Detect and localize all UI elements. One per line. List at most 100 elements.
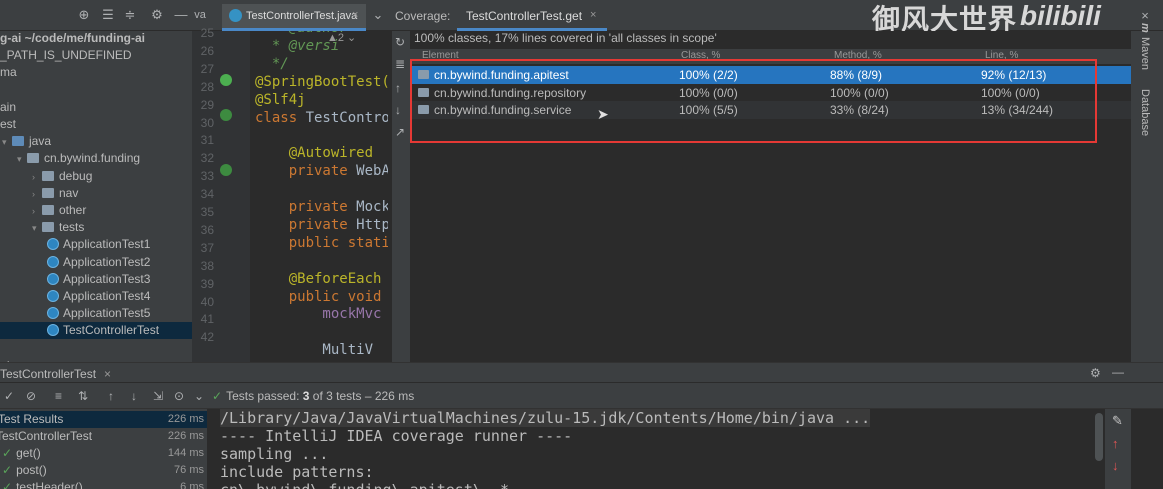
maven-tool[interactable]: Maven [1139,37,1151,70]
tree-item[interactable]: › debug [0,168,192,185]
target-icon[interactable]: ⊕ [76,7,92,23]
collapse-icon[interactable]: ☰ [100,7,116,23]
chevron-down-icon[interactable]: ⌄ [370,7,386,23]
line-number: 32 [200,151,214,166]
coverage-row[interactable]: cn.bywind.funding.service 100% (5/5) 33% (… [410,101,1131,119]
tree-item[interactable]: ApplicationTest4 [0,288,192,305]
run-gutter-icon[interactable] [220,74,232,86]
clear-icon[interactable]: ✎ [1112,413,1123,429]
up-icon[interactable]: ↑ [1112,436,1119,451]
chevron-down-icon[interactable]: ⌄ [194,389,204,403]
chevron-icon[interactable]: › [32,169,42,186]
tree-item[interactable]: ain [0,99,192,116]
tree-item[interactable]: ApplicationTest2 [0,254,192,271]
java-class-icon [47,307,59,320]
sort-icon[interactable]: ≡ [55,389,62,403]
minimize-icon[interactable]: — [173,7,189,23]
console-scrollbar[interactable] [1093,409,1105,489]
down-icon[interactable]: ↓ [1112,458,1119,473]
tree-item[interactable]: ApplicationTest5 [0,305,192,322]
scrollbar-thumb[interactable] [1095,413,1103,461]
line-number: 40 [200,294,214,309]
tree-item[interactable]: _PATH_IS_UNDEFINED [0,47,192,64]
close-icon[interactable]: × [352,9,358,21]
tree-item[interactable]: ApplicationTest3 [0,271,192,288]
header-method[interactable]: Method, % [834,50,882,61]
editor-tab[interactable]: TestControllerTest.java × [222,4,366,31]
code-token: private [255,163,357,180]
coverage-row[interactable]: cn.bywind.funding.apitest 100% (2/2) 88% (… [410,66,1131,84]
tree-item[interactable]: › other [0,202,192,219]
tree-item[interactable]: est [0,116,192,133]
down-icon[interactable]: ↓ [131,389,137,403]
code-token: Http [356,216,388,233]
check-icon: ✓ [2,446,13,460]
chevron-icon[interactable]: › [32,186,42,203]
coverage-cell-element: cn.bywind.funding.repository [418,86,586,100]
close-icon[interactable]: × [1137,8,1153,24]
tree-item[interactable] [0,340,192,357]
tree-item[interactable]: ▾ tests [0,219,192,236]
console-side-toolbar: ✎ ↑ ↓ [1105,409,1131,489]
test-name: ✓ post() [2,462,47,479]
expand-icon[interactable]: ≑ [122,7,138,23]
code-token: WebA [356,163,388,180]
tree-item[interactable]: ApplicationTest1 [0,236,192,253]
line-number: 34 [200,187,214,202]
tree-item[interactable] [0,82,192,99]
run-tool-header: TestControllerTest × ⚙ — [0,362,1163,382]
down-icon[interactable]: ↓ [395,103,401,117]
database-tool[interactable]: Database [1139,89,1151,136]
close-icon[interactable]: × [590,9,596,21]
test-result-item[interactable]: ✓ post() 76 ms [0,462,207,479]
rerun-icon[interactable]: ↻ [395,35,405,49]
header-class[interactable]: Class, % [681,50,720,61]
gear-icon[interactable]: ⚙ [1090,366,1101,380]
code-line: MultiV [255,341,373,359]
header-element[interactable]: Element [422,50,459,61]
chevron-icon[interactable]: ▾ [2,134,12,151]
top-toolbar: ⊕ ☰ ≑ ⚙ — va TestControllerTest.java × ⌄… [0,0,1163,35]
test-result-item[interactable]: ✓ testHeader() 6 ms [0,479,207,489]
chevron-icon[interactable]: › [32,203,42,220]
flatten-icon[interactable]: ≣ [395,57,405,71]
tree-item[interactable]: ▾ java [0,133,192,150]
export-icon[interactable]: ⇲ [153,389,163,403]
tree-item[interactable]: TestControllerTest [0,322,192,340]
gear-icon[interactable]: ⚙ [149,7,165,23]
coverage-tab[interactable]: TestControllerTest.get × [457,4,607,31]
test-result-item[interactable]: ✓ get() 144 ms [0,445,207,462]
test-result-item[interactable]: TestControllerTest 226 ms [0,428,207,445]
up-icon[interactable]: ↑ [395,81,401,95]
chevron-icon[interactable]: ▾ [32,220,42,237]
export-icon[interactable]: ↗ [395,125,405,139]
tree-item-label: g-ai ~/code/me/funding-ai [0,31,146,45]
folder-icon [42,205,54,215]
console-output[interactable]: /Library/Java/JavaVirtualMachines/zulu-1… [207,409,1093,489]
history-icon[interactable]: ⊙ [174,389,184,403]
tree-item[interactable]: g-ai ~/code/me/funding-ai [0,31,192,47]
sort-duration-icon[interactable]: ⇅ [78,389,88,403]
line-number: 35 [200,205,214,219]
mouse-cursor-icon: ➤ [597,106,609,122]
header-line[interactable]: Line, % [985,50,1018,61]
minimize-icon[interactable]: — [1112,365,1124,379]
code-line: private Mock [255,198,388,216]
coverage-row[interactable]: cn.bywind.funding.repository 100% (0/0) 10… [410,84,1131,102]
up-icon[interactable]: ↑ [108,389,114,403]
tree-item[interactable]: › nav [0,185,192,202]
check-filter-icon[interactable]: ✓ [4,389,14,403]
close-icon[interactable]: × [104,367,111,381]
coverage-cell-method: 88% (8/9) [830,68,882,82]
tree-item[interactable]: ma [0,64,192,81]
cancel-filter-icon[interactable]: ⊘ [26,389,36,403]
run-gutter-icon[interactable] [220,164,232,176]
inspection-hint[interactable]: ▲2 ⌄ [327,31,356,44]
code-editor[interactable]: * @author * @versi */@SpringBootTest(@Sl… [250,31,388,362]
run-gutter-icon[interactable] [220,109,232,121]
coverage-cell-class: 100% (5/5) [679,103,738,117]
chevron-icon[interactable]: ▾ [17,151,27,168]
test-result-item[interactable]: Test Results 226 ms [0,411,207,428]
run-tab[interactable]: TestControllerTest × [0,367,111,381]
tree-item[interactable]: ▾ cn.bywind.funding [0,150,192,167]
